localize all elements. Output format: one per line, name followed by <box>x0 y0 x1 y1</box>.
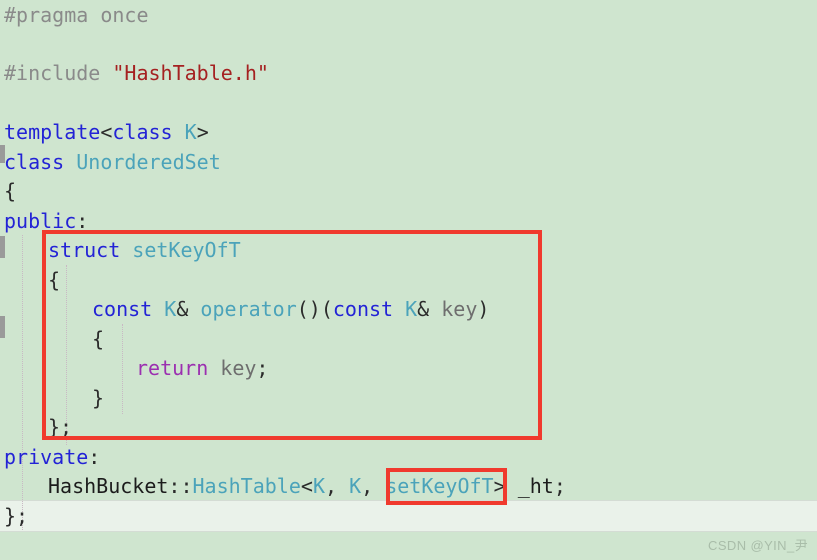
code-token: #include <box>4 61 113 85</box>
code-token: ; <box>256 356 269 380</box>
code-line[interactable]: #pragma once <box>4 0 149 30</box>
code-token: operator <box>200 297 297 321</box>
code-token: :: <box>168 474 193 498</box>
code-token: #pragma once <box>4 3 149 27</box>
code-line[interactable]: }; <box>48 412 72 442</box>
code-token: < <box>300 474 313 498</box>
code-line[interactable]: { <box>48 265 60 295</box>
code-token: HashTable <box>192 474 301 498</box>
code-token: public <box>4 209 77 233</box>
indent-guide-0 <box>22 235 24 530</box>
code-token: K <box>184 120 197 144</box>
code-token: , <box>324 474 350 498</box>
code-line[interactable]: }; <box>4 501 28 531</box>
code-token: key <box>441 297 478 321</box>
code-line[interactable]: { <box>4 176 16 206</box>
code-token: , <box>361 474 386 498</box>
code-token: template <box>4 120 101 144</box>
csdn-watermark: CSDN @YIN_尹 <box>708 538 808 553</box>
code-token: < <box>100 120 113 144</box>
code-token: "HashTable.h" <box>112 61 269 85</box>
code-editor-screenshot: #pragma once #include "HashTable.h" templa… <box>0 0 817 560</box>
code-token: > <box>196 120 209 144</box>
code-token: ; <box>553 474 566 498</box>
code-token: _ht <box>517 474 554 498</box>
code-token: HashBucket <box>48 474 169 498</box>
code-token: ) <box>477 297 490 321</box>
code-token: : <box>76 209 89 233</box>
code-token: const <box>92 297 153 321</box>
code-line[interactable]: const K& operator()(const K& key) <box>92 294 489 324</box>
code-token: return <box>136 356 209 380</box>
code-token: K <box>312 474 325 498</box>
code-token: K <box>164 297 177 321</box>
code-line[interactable]: private: <box>4 442 100 472</box>
code-line[interactable]: return key; <box>136 353 268 383</box>
code-token: }; <box>4 504 29 528</box>
change-bar-2 <box>0 316 5 338</box>
change-bar-1 <box>0 236 5 258</box>
code-token: class <box>4 150 65 174</box>
code-token: }; <box>48 415 73 439</box>
code-line[interactable]: { <box>92 324 104 354</box>
code-line[interactable]: class UnorderedSet <box>4 147 221 177</box>
code-token: setKeyOfT <box>132 238 241 262</box>
code-token: { <box>92 327 105 351</box>
code-token: key <box>220 356 257 380</box>
code-token: const <box>332 297 394 321</box>
code-line[interactable]: template<class K> <box>4 117 209 147</box>
code-line[interactable]: public: <box>4 206 88 236</box>
code-token: & <box>417 297 442 321</box>
bottom-strip <box>0 536 817 560</box>
code-token: UnorderedSet <box>76 150 221 174</box>
code-token: K <box>405 297 418 321</box>
code-surface[interactable]: #pragma once #include "HashTable.h" templa… <box>0 0 817 560</box>
code-token: private <box>4 445 89 469</box>
code-line[interactable]: } <box>92 383 104 413</box>
code-token: : <box>88 445 101 469</box>
code-token: struct <box>48 238 121 262</box>
code-token: > <box>493 474 518 498</box>
code-token: { <box>48 268 61 292</box>
current-line-highlight <box>0 500 817 532</box>
code-token: } <box>92 386 105 410</box>
code-token: { <box>4 179 17 203</box>
code-token: & <box>176 297 201 321</box>
code-line[interactable]: HashBucket::HashTable<K, K, setKeyOfT> _… <box>48 471 566 501</box>
indent-guide-2 <box>122 324 124 414</box>
code-line[interactable]: struct setKeyOfT <box>48 235 241 265</box>
code-token: setKeyOfT <box>385 474 494 498</box>
code-line[interactable]: #include "HashTable.h" <box>4 58 269 88</box>
code-token: K <box>349 474 362 498</box>
code-token: ()( <box>296 297 333 321</box>
code-token: class <box>112 120 173 144</box>
